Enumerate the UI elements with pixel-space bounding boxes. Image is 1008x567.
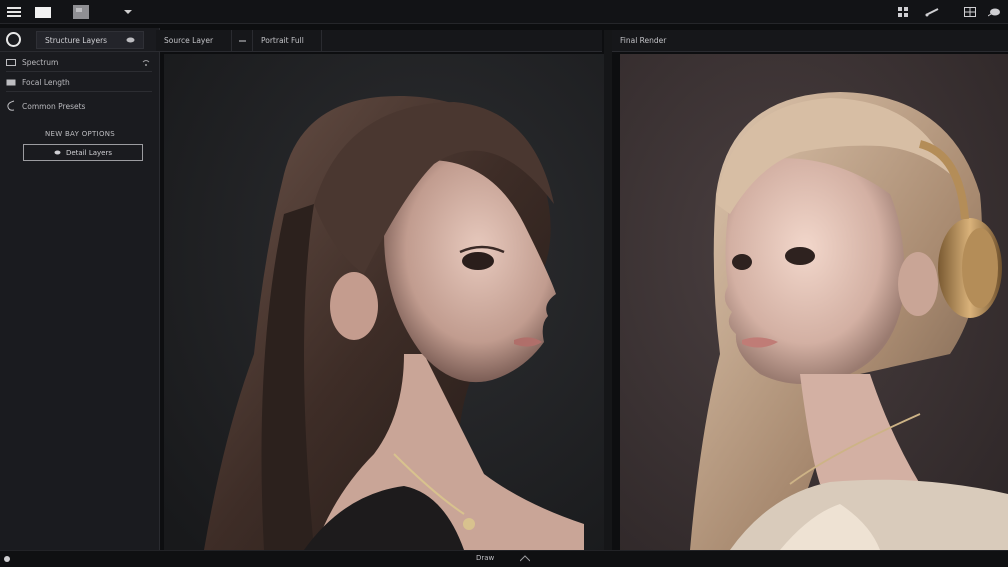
portrait-image-right xyxy=(620,54,1008,550)
section-label: NEW BAY OPTIONS xyxy=(44,130,116,138)
right-panel-tabs: Final Render xyxy=(612,30,1008,52)
resize-icon[interactable] xyxy=(520,555,530,562)
sidebar: Structure Layers Spectrum Focal Length C… xyxy=(0,28,160,550)
status-dot-icon xyxy=(4,556,10,562)
left-viewport[interactable] xyxy=(164,54,604,550)
grid-icon[interactable] xyxy=(896,4,910,20)
panel-divider[interactable] xyxy=(604,30,612,550)
window-icon[interactable] xyxy=(34,4,52,20)
dropdown-icon[interactable] xyxy=(122,4,134,20)
tab-portrait-full[interactable]: Portrait Full xyxy=(252,29,322,52)
tab-label: Portrait Full xyxy=(261,36,304,45)
tab-final-render[interactable]: Final Render xyxy=(612,30,674,52)
sidebar-item-common-presets[interactable]: Common Presets xyxy=(6,94,152,118)
status-bar: Draw xyxy=(0,550,1008,567)
status-center-label: Draw xyxy=(476,554,495,562)
tab-label: Final Render xyxy=(620,36,667,45)
leaf-icon[interactable] xyxy=(986,4,1002,20)
sidebar-header-field[interactable]: Structure Layers xyxy=(36,31,144,49)
left-panel-tabs: Source Layer Portrait Full xyxy=(156,29,602,52)
layers-icon xyxy=(6,59,16,66)
brush-icon[interactable] xyxy=(924,4,940,20)
cloud-icon xyxy=(54,150,61,155)
top-toolbar xyxy=(0,0,1008,24)
sidebar-item-label: Spectrum xyxy=(22,58,59,67)
sidebar-header: Structure Layers xyxy=(0,28,160,52)
sidebar-header-label: Structure Layers xyxy=(45,35,108,45)
image-icon[interactable] xyxy=(72,4,90,20)
detail-layers-label: Detail Layers xyxy=(65,148,112,157)
sidebar-item-label: Focal Length xyxy=(22,78,70,87)
curve-icon xyxy=(6,100,16,112)
portrait-image-left xyxy=(164,54,604,550)
right-viewport[interactable] xyxy=(620,54,1008,550)
detail-layers-button[interactable]: Detail Layers xyxy=(23,144,143,161)
tab-label: Source Layer xyxy=(164,36,214,45)
sidebar-item-focal-length[interactable]: Focal Length xyxy=(6,74,152,92)
sidebar-item-spectrum[interactable]: Spectrum xyxy=(6,54,152,72)
arrow-icon[interactable] xyxy=(232,39,252,43)
cloud-icon[interactable] xyxy=(126,37,135,43)
folder-icon xyxy=(6,79,16,86)
record-icon[interactable] xyxy=(6,32,21,47)
menu-icon[interactable] xyxy=(6,4,22,20)
tab-source-layer[interactable]: Source Layer xyxy=(156,29,232,52)
wifi-icon[interactable] xyxy=(142,59,150,66)
layout-icon[interactable] xyxy=(962,4,978,20)
sidebar-item-label: Common Presets xyxy=(22,101,86,111)
